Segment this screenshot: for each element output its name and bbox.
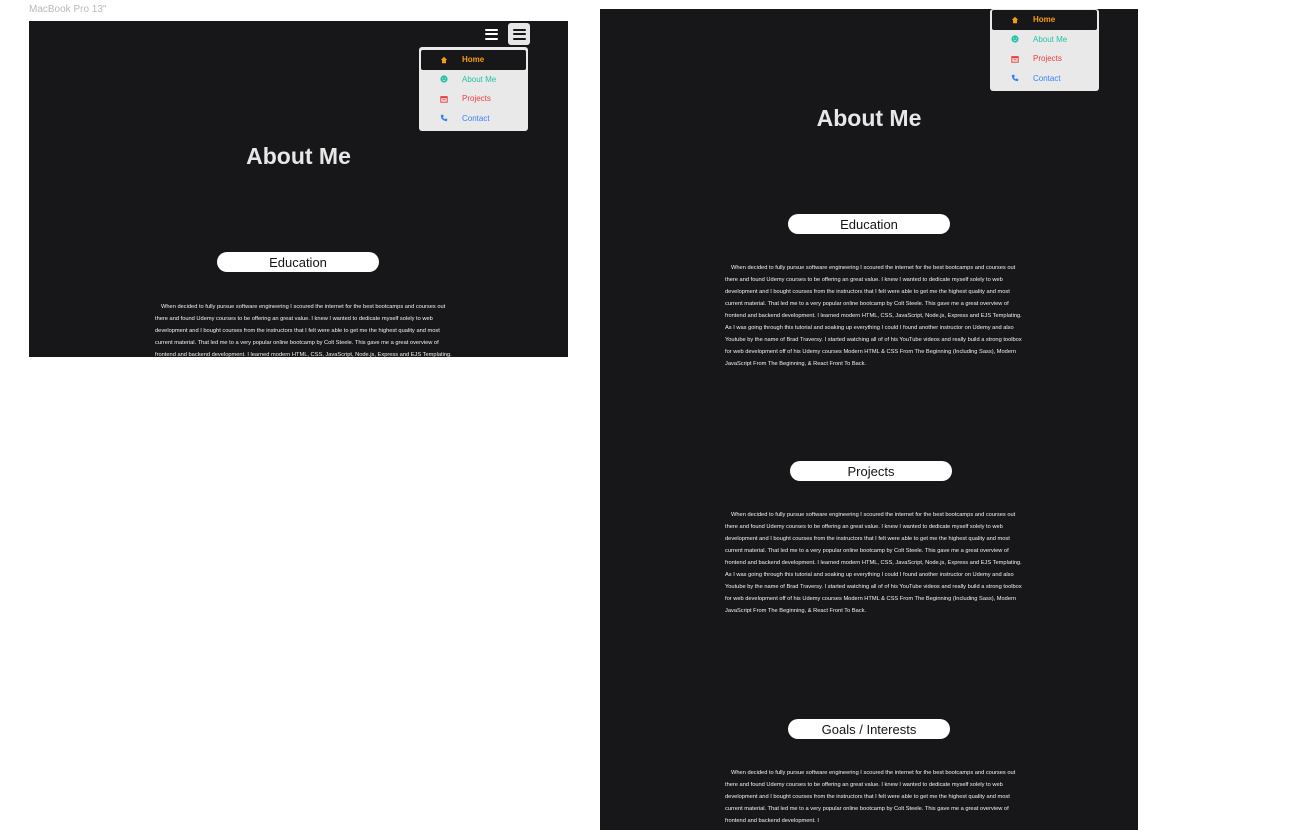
menu-item-projects[interactable]: Projects xyxy=(421,89,526,109)
menu-item-label: Home xyxy=(1033,15,1056,25)
menu-item-projects[interactable]: Projects xyxy=(992,49,1097,69)
section-text-education: When decided to fully pursue software en… xyxy=(155,304,452,357)
menu-item-label: Home xyxy=(462,55,485,65)
menu-item-label: Contact xyxy=(462,113,490,123)
page-title: About Me xyxy=(246,143,351,169)
menu-item-label: Contact xyxy=(1033,73,1061,83)
macbook-frame: Home About Me Projects Contact About Me … xyxy=(29,21,568,357)
menu-item-label: About Me xyxy=(1033,34,1068,44)
page-title: About Me xyxy=(816,105,922,131)
menu-item-about[interactable]: About Me xyxy=(992,30,1097,50)
menu-item-about[interactable]: About Me xyxy=(421,70,526,90)
menu-toggle-group xyxy=(480,23,530,45)
dropdown-menu: Home About Me Projects Contact xyxy=(990,9,1099,91)
section-text-projects: When decided to fully pursue software en… xyxy=(725,512,1022,614)
menu-item-home[interactable]: Home xyxy=(421,50,526,70)
menu-item-label: About Me xyxy=(462,74,497,84)
dropdown-menu: Home About Me Projects Contact xyxy=(419,47,528,131)
section-text-education: When decided to fully pursue software en… xyxy=(725,265,1022,367)
section-heading-education: Education xyxy=(788,214,950,234)
section-heading-education: Education xyxy=(217,252,379,272)
phone-icon xyxy=(1010,74,1019,83)
section-heading-projects: Projects xyxy=(790,461,952,481)
menu-item-contact[interactable]: Contact xyxy=(992,69,1097,89)
home-icon xyxy=(1010,15,1019,24)
section-text-goals: When decided to fully pursue software en… xyxy=(725,770,1016,824)
menu-item-home[interactable]: Home xyxy=(992,10,1097,30)
hamburger-menu-icon[interactable] xyxy=(480,23,502,45)
phone-icon xyxy=(439,114,448,123)
calendar-icon xyxy=(439,94,448,103)
smile-icon xyxy=(1010,35,1019,44)
menu-item-label: Projects xyxy=(1033,54,1062,64)
menu-item-contact[interactable]: Contact xyxy=(421,109,526,129)
hamburger-menu-button-active[interactable] xyxy=(508,23,530,45)
calendar-icon xyxy=(1010,54,1019,63)
section-heading-goals: Goals / Interests xyxy=(788,719,950,739)
frame-label: MacBook Pro 13" xyxy=(29,4,107,15)
smile-icon xyxy=(439,75,448,84)
full-page-frame: Home About Me Projects Contact About Me … xyxy=(600,9,1138,830)
menu-item-label: Projects xyxy=(462,94,491,104)
home-icon xyxy=(439,55,448,64)
